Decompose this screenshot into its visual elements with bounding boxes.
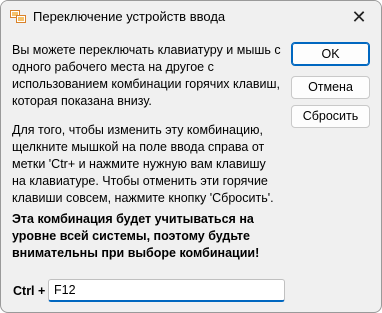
- close-icon: ✕: [351, 7, 367, 27]
- ok-button[interactable]: OK: [291, 42, 370, 66]
- hotkey-label: Ctrl +: [13, 284, 46, 298]
- title-bar: Переключение устройств ввода ✕: [1, 1, 381, 33]
- description-paragraph: Вы можете переключать клавиатуру и мышь …: [12, 43, 281, 108]
- input-devices-icon: [10, 10, 26, 24]
- close-button[interactable]: ✕: [349, 7, 369, 27]
- hotkey-input[interactable]: [48, 279, 285, 302]
- reset-button[interactable]: Сбросить: [291, 105, 370, 128]
- instructions-paragraph: Для того, чтобы изменить эту комбинацию,…: [12, 123, 274, 205]
- warning-paragraph: Эта комбинация будет учитываться на уров…: [12, 212, 260, 260]
- cancel-button[interactable]: Отмена: [291, 76, 370, 99]
- window-title: Переключение устройств ввода: [33, 9, 226, 24]
- dialog-window: Переключение устройств ввода ✕ Вы можете…: [0, 0, 382, 313]
